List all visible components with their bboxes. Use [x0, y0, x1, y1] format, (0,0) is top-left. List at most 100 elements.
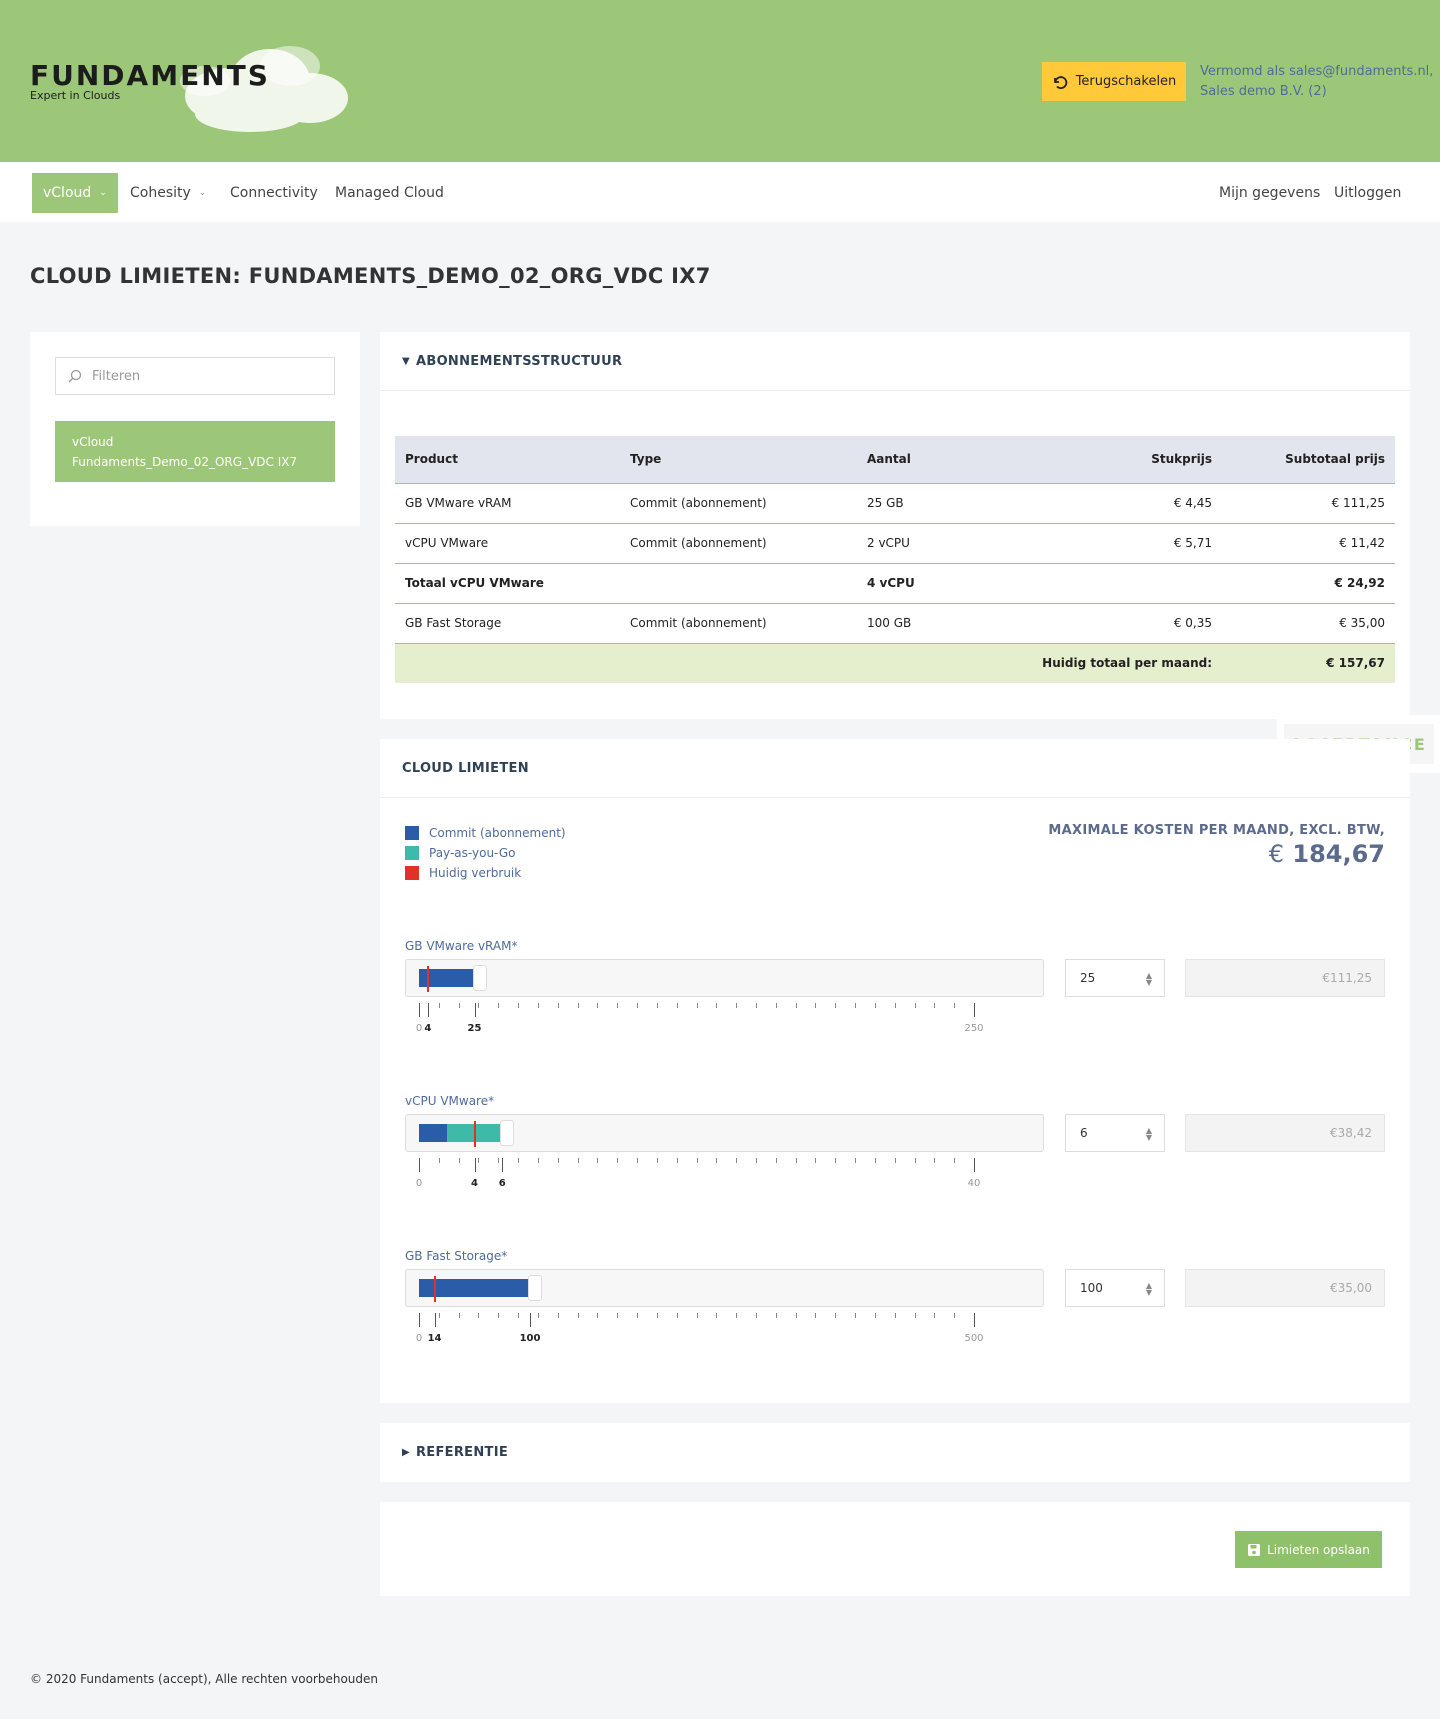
scale-tick	[557, 1158, 559, 1163]
slider-track[interactable]	[405, 1269, 1044, 1307]
scale-tick	[736, 1003, 738, 1008]
quantity-stepper[interactable]: 100 ▲ ▼	[1065, 1269, 1165, 1307]
scale-tick	[518, 1003, 520, 1008]
scale-tick-label: 6	[498, 1178, 506, 1189]
caret-down-icon: ▼	[402, 355, 410, 367]
scale-tick	[676, 1313, 678, 1318]
table-cell: € 24,92	[1222, 563, 1395, 604]
stepper-arrows-icon[interactable]: ▲ ▼	[1146, 972, 1152, 987]
scale-tick	[954, 1313, 956, 1318]
main-nav: vCloud ⌄ Cohesity ⌄ Connectivity Managed…	[0, 162, 1440, 222]
quantity-stepper[interactable]: 6 ▲ ▼	[1065, 1114, 1165, 1152]
nav-managed-cloud[interactable]: Managed Cloud	[324, 173, 455, 213]
max-cost-value: € 184,67	[1048, 840, 1385, 868]
scale-tick	[855, 1158, 857, 1163]
scale-tick-label: 0	[415, 1023, 423, 1034]
quantity-stepper[interactable]: 25 ▲ ▼	[1065, 959, 1165, 997]
scale-tick-marker	[474, 1158, 476, 1172]
slider-track[interactable]	[405, 1114, 1044, 1152]
table-row: GB Fast Storage Commit (abonnement) 100 …	[395, 603, 1395, 644]
sidebar-item-vdc[interactable]: vCloud Fundaments_Demo_02_ORG_VDC IX7	[55, 421, 335, 482]
brand-logo[interactable]: FUNDAMENTS Expert in Clouds	[30, 46, 348, 154]
page-title: CLOUD LIMIETEN: FUNDAMENTS_DEMO_02_ORG_V…	[30, 264, 711, 288]
reference-toggle[interactable]: ▶ REFERENTIE	[380, 1423, 1410, 1482]
table-cell: € 111,25	[1222, 483, 1395, 524]
stepper-arrows-icon[interactable]: ▲ ▼	[1146, 1127, 1152, 1142]
nav-connectivity[interactable]: Connectivity	[219, 173, 329, 213]
usage-marker	[426, 966, 429, 992]
scale-tick-label: 14	[427, 1333, 442, 1344]
table-row-total-vcpu: Totaal vCPU VMware 4 vCPU € 24,92	[395, 563, 1395, 604]
scale-tick	[755, 1313, 757, 1318]
table-cell: € 0,35	[1057, 603, 1222, 644]
table-row: GB VMware vRAM Commit (abonnement) 25 GB…	[395, 483, 1395, 524]
scale-tick-label: 0	[415, 1178, 423, 1189]
table-cell: Commit (abonnement)	[620, 523, 857, 564]
slider-handle[interactable]	[500, 1120, 515, 1146]
scale-tick	[855, 1313, 857, 1318]
scale-tick	[874, 1158, 876, 1163]
usage-marker	[433, 1276, 436, 1302]
scale-tick	[974, 1158, 975, 1172]
table-cell: Totaal vCPU VMware	[395, 563, 620, 604]
scale-tick	[954, 1003, 956, 1008]
switch-back-button[interactable]: Terugschakelen	[1042, 62, 1186, 101]
nav-my-details[interactable]: Mijn gegevens	[1208, 173, 1331, 213]
nav-vcloud[interactable]: vCloud ⌄	[32, 173, 118, 213]
scale-tick	[537, 1313, 539, 1318]
scale-tick	[736, 1158, 738, 1163]
nav-logout[interactable]: Uitloggen	[1323, 173, 1412, 213]
legend-label: Commit (abonnement)	[429, 826, 566, 840]
slider-scale: 0 4 25 250	[415, 1003, 1034, 1043]
scale-tick	[795, 1313, 797, 1318]
scale-tick	[478, 1003, 480, 1008]
scale-tick	[775, 1003, 777, 1008]
slider-handle[interactable]	[472, 965, 487, 991]
scale-tick	[438, 1313, 440, 1318]
nav-connectivity-label: Connectivity	[230, 185, 318, 201]
slider-label: GB Fast Storage*	[405, 1249, 508, 1263]
scale-tick-label: 250	[964, 1023, 984, 1034]
stepper-arrows-icon[interactable]: ▲ ▼	[1146, 1282, 1152, 1297]
nav-my-details-label: Mijn gegevens	[1219, 185, 1321, 201]
chevron-down-icon: ⌄	[99, 188, 107, 198]
scale-tick-label: 0	[415, 1333, 423, 1344]
undo-icon	[1053, 75, 1067, 89]
scale-tick	[577, 1313, 579, 1318]
filter-placeholder: Filteren	[92, 368, 141, 384]
table-cell: Commit (abonnement)	[620, 483, 857, 524]
scale-tick	[815, 1158, 817, 1163]
scale-tick	[835, 1158, 837, 1163]
scale-tick	[478, 1158, 480, 1163]
table-cell	[620, 563, 857, 604]
column-header: Product	[395, 436, 620, 484]
scale-tick	[458, 1158, 460, 1163]
max-cost-amount: 184,67	[1292, 840, 1385, 868]
slider-track[interactable]	[405, 959, 1044, 997]
column-header: Stukprijs	[1057, 436, 1222, 484]
slider-handle[interactable]	[528, 1275, 542, 1301]
slider-label: vCPU VMware*	[405, 1094, 495, 1108]
legend-swatch	[405, 846, 419, 860]
table-cell: GB VMware vRAM	[395, 483, 620, 524]
scale-tick	[617, 1003, 619, 1008]
subscription-toggle[interactable]: ▼ ABONNEMENTSSTRUCTUUR	[380, 332, 1410, 391]
scale-tick	[716, 1158, 718, 1163]
filter-input[interactable]: Filteren	[55, 357, 335, 395]
nav-cohesity[interactable]: Cohesity ⌄	[119, 173, 217, 213]
commit-fill	[419, 1124, 447, 1142]
impersonation-company: Sales demo B.V. (2)	[1200, 84, 1327, 99]
cloud-limits-title: CLOUD LIMIETEN	[402, 760, 529, 776]
slider-price: €38,42	[1185, 1114, 1385, 1152]
scale-tick	[597, 1313, 599, 1318]
scale-tick	[637, 1313, 639, 1318]
scale-tick	[894, 1158, 896, 1163]
subscription-table: Product Type Aantal Stukprijs Subtotaal …	[395, 436, 1395, 683]
scale-tick	[518, 1158, 520, 1163]
scale-tick	[537, 1158, 539, 1163]
slider-scale: 0 4 6 40	[415, 1158, 1034, 1198]
scale-tick	[914, 1313, 916, 1318]
scale-tick-marker	[434, 1313, 436, 1327]
save-limits-button[interactable]: Limieten opslaan	[1235, 1531, 1382, 1568]
scale-tick	[855, 1003, 857, 1008]
